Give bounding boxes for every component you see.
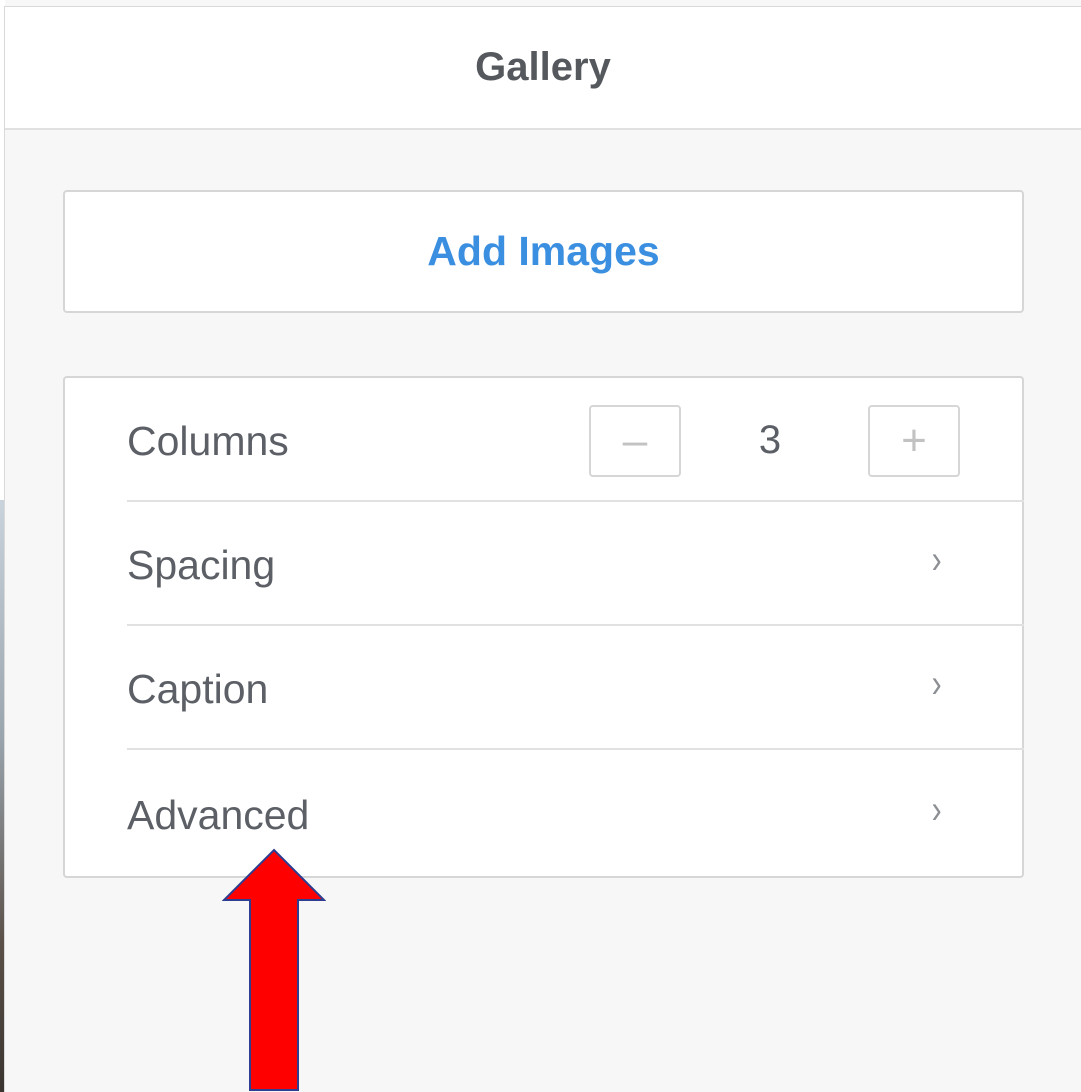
chevron-right-icon: › [931, 662, 942, 706]
minus-icon: – [622, 416, 648, 465]
panel-title: Gallery [475, 45, 611, 89]
plus-icon: + [901, 416, 927, 465]
chevron-right-icon: › [931, 538, 942, 582]
caption-row[interactable]: Caption › [127, 626, 1024, 750]
gallery-settings-panel: Gallery Add Images Columns – 3 + Spacing… [4, 6, 1081, 1092]
arrow-shape [222, 848, 326, 1091]
columns-value: 3 [758, 418, 782, 462]
columns-decrement-button[interactable]: – [589, 405, 681, 477]
add-images-button[interactable]: Add Images [63, 190, 1024, 313]
spacing-row[interactable]: Spacing › [127, 502, 1024, 626]
spacing-label: Spacing [127, 542, 276, 588]
advanced-label: Advanced [127, 792, 310, 838]
panel-header: Gallery [5, 7, 1081, 130]
settings-list: Columns – 3 + Spacing › Caption › Advanc… [63, 376, 1024, 878]
columns-row: Columns – 3 + [127, 378, 1024, 502]
columns-label: Columns [127, 418, 289, 464]
red-arrow-annotation [222, 848, 326, 1091]
chevron-right-icon: › [931, 788, 942, 832]
caption-label: Caption [127, 666, 269, 712]
columns-increment-button[interactable]: + [868, 405, 960, 477]
add-images-label: Add Images [427, 228, 660, 274]
